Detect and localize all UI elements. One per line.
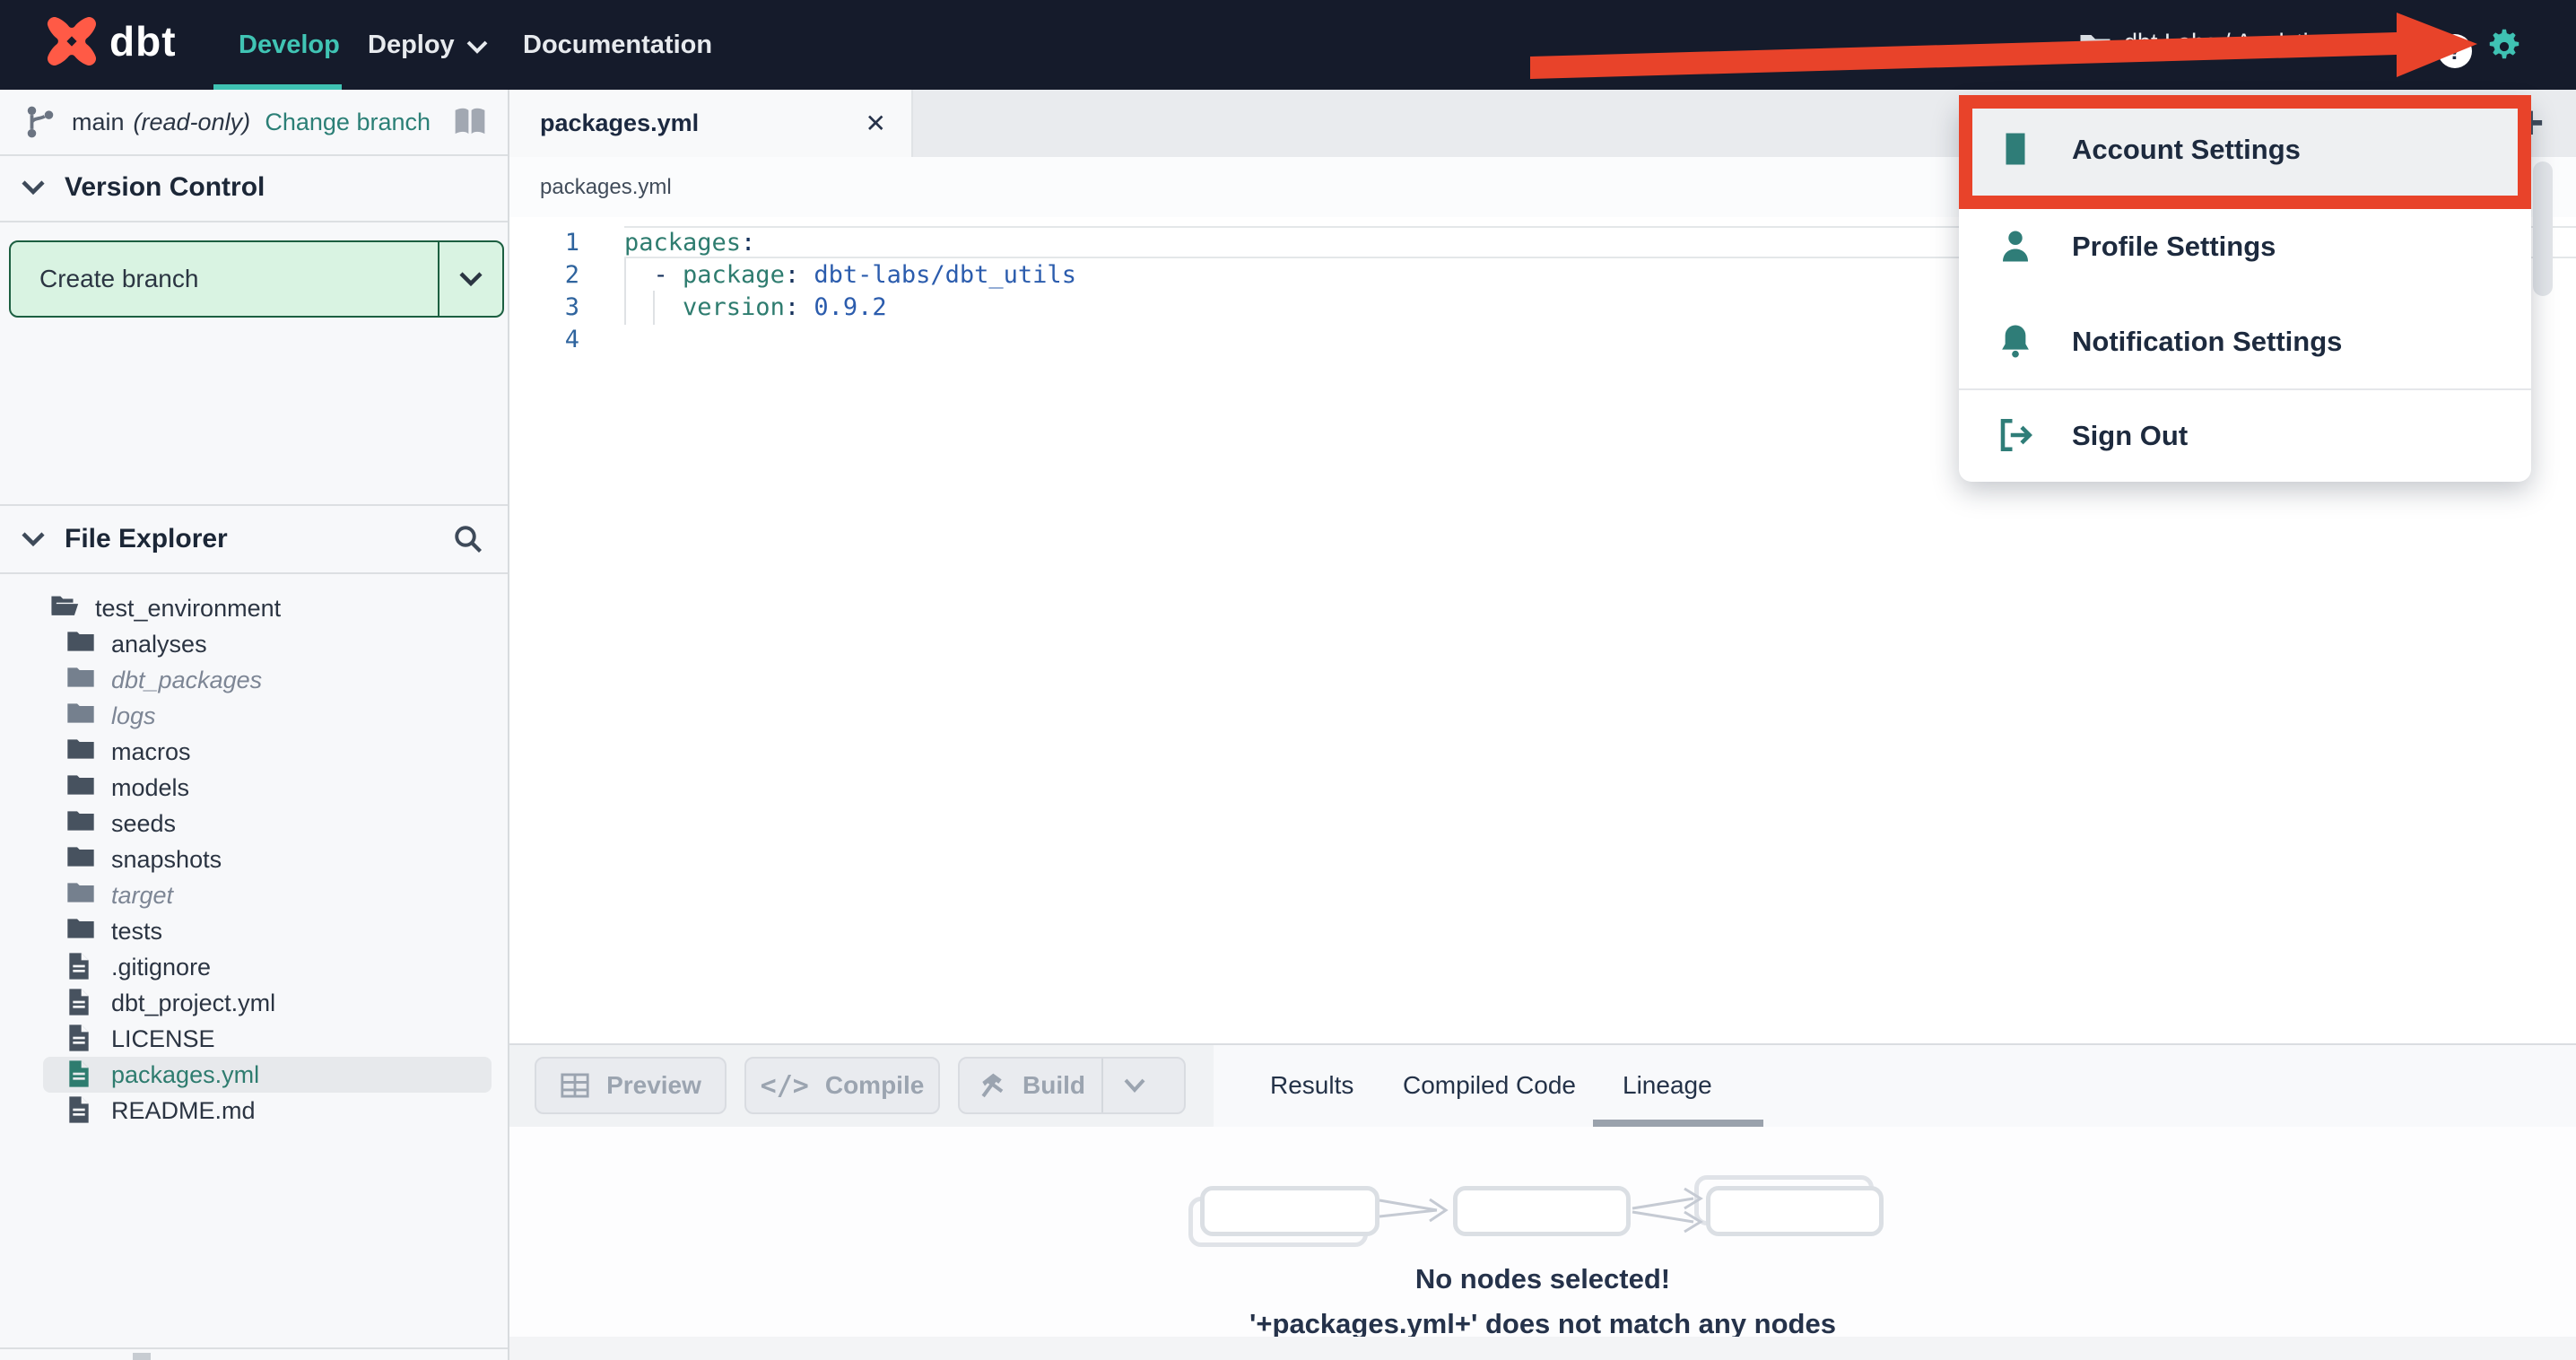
tree-item-folder[interactable]: dbt_packages bbox=[43, 662, 492, 698]
folder-open-icon bbox=[50, 593, 81, 623]
tree-item-folder[interactable]: models bbox=[43, 770, 492, 806]
folder-icon bbox=[66, 629, 97, 659]
gear-icon[interactable] bbox=[2485, 27, 2524, 66]
dbt-logo-text: dbt bbox=[109, 18, 177, 65]
branch-readonly-label: (read-only) bbox=[133, 108, 251, 135]
change-branch-link[interactable]: Change branch bbox=[265, 109, 431, 136]
chevron-down-icon bbox=[20, 179, 47, 196]
tree-item-folder[interactable]: analyses bbox=[43, 626, 492, 662]
compile-button[interactable]: </> Compile bbox=[744, 1057, 940, 1114]
tree-item-file[interactable]: dbt_project.yml bbox=[43, 985, 492, 1021]
menu-item-notification-settings[interactable]: Notification Settings bbox=[1959, 294, 2531, 388]
tab-compiled-code[interactable]: Compiled Code bbox=[1403, 1043, 1576, 1127]
create-branch-button[interactable]: Create branch bbox=[9, 240, 504, 318]
tree-item-root[interactable]: test_environment bbox=[43, 590, 492, 626]
folder-icon bbox=[66, 808, 97, 839]
tab-packages-yml[interactable]: packages.yml ✕ bbox=[509, 90, 913, 157]
lineage-panel: No nodes selected! '+packages.yml+' does… bbox=[509, 1127, 2576, 1360]
tab-results[interactable]: Results bbox=[1270, 1043, 1353, 1127]
lineage-message-primary: No nodes selected! bbox=[1414, 1263, 1671, 1295]
indent-guide bbox=[653, 291, 655, 325]
divider bbox=[0, 221, 508, 222]
version-control-title: Version Control bbox=[65, 172, 265, 202]
project-breadcrumb[interactable]: dbt Labs / Analytics bbox=[2124, 29, 2333, 57]
scrollbar-nub[interactable] bbox=[133, 1353, 151, 1360]
folder-icon bbox=[66, 844, 97, 875]
file-explorer-title: File Explorer bbox=[65, 524, 228, 554]
tree-item-folder[interactable]: seeds bbox=[43, 806, 492, 841]
left-sidebar: main (read-only) Change branch Version C… bbox=[0, 90, 509, 1360]
chevron-down-icon bbox=[466, 39, 489, 55]
help-icon[interactable]: ? bbox=[2438, 34, 2472, 68]
file-icon bbox=[66, 988, 97, 1018]
menu-item-profile-settings[interactable]: Profile Settings bbox=[1959, 199, 2531, 294]
close-icon[interactable]: ✕ bbox=[866, 109, 886, 138]
version-control-header[interactable]: Version Control bbox=[0, 154, 508, 221]
folder-icon bbox=[66, 701, 97, 731]
dbt-logo-icon bbox=[47, 16, 97, 66]
divider bbox=[0, 572, 508, 574]
file-icon bbox=[66, 1095, 97, 1126]
nav-develop[interactable]: Develop bbox=[239, 0, 340, 90]
annotation-highlight-box bbox=[1959, 95, 2531, 209]
build-button[interactable]: Build bbox=[958, 1057, 1186, 1114]
hammer-icon bbox=[978, 1071, 1006, 1100]
file-explorer-header[interactable]: File Explorer bbox=[0, 506, 508, 572]
file-icon bbox=[66, 1024, 97, 1054]
lineage-scroll-strip bbox=[509, 1337, 2576, 1360]
person-icon bbox=[1997, 227, 2036, 266]
create-branch-dropdown[interactable] bbox=[438, 242, 502, 316]
table-icon bbox=[560, 1072, 590, 1099]
tree-item-folder[interactable]: tests bbox=[43, 913, 492, 949]
breadcrumb-file: packages.yml bbox=[540, 174, 672, 199]
folder-icon bbox=[66, 772, 97, 803]
tab-lineage[interactable]: Lineage bbox=[1623, 1043, 1712, 1127]
preview-button[interactable]: Preview bbox=[535, 1057, 727, 1114]
lineage-message-secondary: '+packages.yml+' does not match any node… bbox=[1249, 1308, 1836, 1339]
file-tree: test_environment analyses dbt_packages l… bbox=[0, 590, 508, 1129]
tree-item-file-selected[interactable]: packages.yml bbox=[43, 1057, 492, 1093]
lineage-edges bbox=[1379, 1187, 1703, 1234]
tree-item-folder[interactable]: macros bbox=[43, 734, 492, 770]
menu-item-sign-out[interactable]: Sign Out bbox=[1959, 390, 2531, 482]
editor-scrollbar[interactable] bbox=[2533, 161, 2553, 296]
tree-item-file[interactable]: README.md bbox=[43, 1093, 492, 1129]
tree-item-folder[interactable]: target bbox=[43, 877, 492, 913]
indent-guide bbox=[624, 258, 626, 325]
branch-bar: main (read-only) Change branch bbox=[0, 90, 508, 156]
nav-documentation[interactable]: Documentation bbox=[523, 0, 712, 90]
lineage-node[interactable] bbox=[1200, 1186, 1379, 1236]
project-folder-icon bbox=[2079, 32, 2111, 59]
docs-book-icon[interactable] bbox=[452, 106, 488, 138]
lineage-node[interactable] bbox=[1706, 1186, 1884, 1236]
sign-out-icon bbox=[1997, 416, 2036, 456]
folder-icon bbox=[66, 880, 97, 911]
nav-deploy[interactable]: Deploy bbox=[368, 0, 489, 90]
dbt-logo[interactable]: dbt bbox=[47, 16, 177, 66]
tree-item-folder[interactable]: snapshots bbox=[43, 841, 492, 877]
branch-name: main bbox=[72, 108, 125, 135]
folder-icon bbox=[66, 916, 97, 946]
chevron-down-icon bbox=[20, 530, 47, 548]
build-dropdown-chevron[interactable] bbox=[1101, 1059, 1166, 1112]
tree-item-folder[interactable]: logs bbox=[43, 698, 492, 734]
lineage-active-underline bbox=[1593, 1120, 1763, 1127]
divider bbox=[0, 1347, 508, 1349]
search-icon[interactable] bbox=[452, 523, 484, 555]
folder-icon bbox=[66, 737, 97, 767]
bell-icon bbox=[1997, 322, 2036, 362]
dbt-cloud-ide: dbt Develop Deploy Documentation dbt Lab… bbox=[0, 0, 2576, 1360]
code-icon: </> bbox=[760, 1069, 809, 1102]
file-icon bbox=[66, 1059, 97, 1090]
top-navbar: dbt Develop Deploy Documentation dbt Lab… bbox=[0, 0, 2576, 90]
file-icon bbox=[66, 952, 97, 982]
tree-item-file[interactable]: LICENSE bbox=[43, 1021, 492, 1057]
folder-icon bbox=[66, 665, 97, 695]
git-branch-icon bbox=[23, 103, 57, 141]
tree-item-file[interactable]: .gitignore bbox=[43, 949, 492, 985]
